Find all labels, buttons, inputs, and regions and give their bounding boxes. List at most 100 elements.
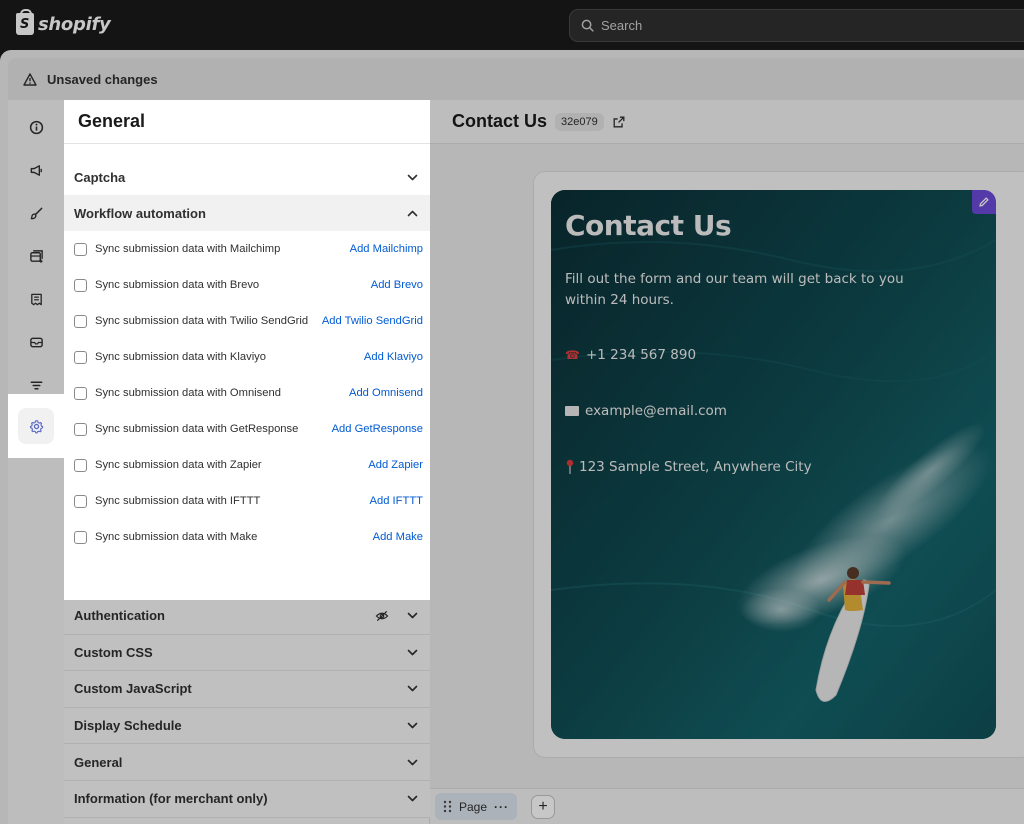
brush-icon [30, 207, 42, 219]
add-integration-link[interactable]: Add Brevo [371, 279, 423, 291]
sync-checkbox[interactable] [74, 314, 87, 328]
workflow-automation-section[interactable]: Workflow automation [64, 195, 430, 231]
section-label: Information (for merchant only) [74, 791, 268, 807]
sync-checkbox[interactable] [74, 242, 87, 256]
settings-section-custom-javascript[interactable]: Custom JavaScript [64, 671, 430, 708]
sync-label: Sync submission data with Make [95, 531, 258, 543]
settings-section-custom-css[interactable]: Custom CSS [64, 634, 430, 672]
preview-header: Contact Us 32e079 [430, 100, 1024, 144]
settings-section-display-schedule[interactable]: Display Schedule [64, 707, 430, 745]
more-options-icon[interactable]: ··· [494, 800, 509, 814]
rail-layout-button[interactable] [18, 238, 54, 274]
drag-handle-icon[interactable] [443, 800, 452, 813]
add-integration-link[interactable]: Add Make [373, 531, 423, 543]
section-label: General [74, 754, 123, 770]
sync-checkbox[interactable] [74, 386, 87, 400]
search-input[interactable]: Search [569, 9, 1024, 42]
page-tab[interactable]: Page ··· [435, 793, 518, 820]
hero-description: Fill out the form and our team will get … [565, 271, 904, 308]
address-text: 123 Sample Street, Anywhere City [579, 459, 812, 475]
chevron-down-icon [407, 649, 418, 656]
workflow-integration-row: Sync submission data with Make Add Make [64, 519, 430, 555]
warning-icon [23, 72, 37, 86]
sync-checkbox[interactable] [74, 530, 87, 544]
settings-section-general[interactable]: General [64, 744, 430, 781]
sync-checkbox[interactable] [74, 422, 87, 436]
sync-checkbox[interactable] [74, 350, 87, 364]
edit-block-button[interactable] [972, 190, 996, 214]
add-integration-link[interactable]: Add Twilio SendGrid [322, 315, 423, 327]
sync-label: Sync submission data with Twilio SendGri… [95, 315, 309, 327]
layout-icon [29, 249, 43, 263]
mail-icon [29, 337, 43, 347]
rail-thankyou-button[interactable] [18, 281, 54, 317]
pencil-icon [979, 197, 989, 207]
sync-label: Sync submission data with Klaviyo [95, 351, 266, 363]
brand-name: shopify [38, 13, 111, 35]
chevron-down-icon [407, 686, 418, 692]
rail-info-button[interactable] [18, 109, 54, 145]
shopping-bag-icon: S [16, 9, 34, 35]
search-icon [581, 19, 594, 32]
left-rail [8, 100, 64, 824]
workflow-integration-row: Sync submission data with Omnisend Add Om… [64, 375, 430, 411]
filter-icon [30, 380, 42, 390]
rail-settings-highlight [8, 394, 64, 458]
phone-text: +1 234 567 890 [585, 347, 697, 363]
captcha-section[interactable]: Captcha [64, 159, 430, 195]
page-tab-label: Page [459, 799, 488, 814]
workflow-integration-row: Sync submission data with Klaviyo Add Kla… [64, 339, 430, 375]
sync-checkbox[interactable] [74, 278, 87, 292]
info-icon [29, 120, 43, 134]
sync-checkbox[interactable] [74, 458, 87, 472]
search-placeholder: Search [601, 18, 643, 33]
megaphone-icon [30, 164, 42, 176]
form-title: Contact Us [452, 111, 548, 131]
add-integration-link[interactable]: Add GetResponse [332, 423, 423, 435]
section-label: Custom CSS [74, 644, 153, 660]
general-settings-panel: General Captcha Workflow automation Sync… [64, 100, 430, 600]
rail-announcement-button[interactable] [18, 152, 54, 188]
unsaved-changes-text: Unsaved changes [47, 71, 158, 87]
sync-checkbox[interactable] [74, 494, 87, 508]
workflow-integrations-list: Sync submission data with Mailchimp Add M… [64, 231, 430, 555]
add-integration-link[interactable]: Add Mailchimp [350, 243, 423, 255]
workflow-integration-row: Sync submission data with IFTTT Add IFTTT [64, 483, 430, 519]
rail-design-button[interactable] [18, 195, 54, 231]
hero-heading: Contact Us [565, 209, 732, 242]
add-page-button[interactable]: + [531, 795, 555, 819]
rail-email-button[interactable] [18, 324, 54, 360]
external-link-icon[interactable] [612, 115, 626, 129]
bottom-toolbar [430, 788, 1024, 824]
hero-phone: ☎ +1 234 567 890 [565, 347, 696, 363]
receipt-icon [30, 293, 42, 305]
sync-label: Sync submission data with Zapier [95, 459, 262, 471]
sync-label: Sync submission data with IFTTT [95, 495, 261, 507]
shopify-logo[interactable]: S shopify [16, 9, 111, 35]
sync-label: Sync submission data with Brevo [95, 279, 260, 291]
chevron-down-icon [407, 759, 418, 765]
eye-off-icon[interactable] [375, 610, 389, 622]
captcha-label: Captcha [74, 169, 126, 185]
settings-section-information-for-merchant-only[interactable]: Information (for merchant only) [64, 780, 430, 818]
settings-section-authentication[interactable]: Authentication [64, 598, 430, 635]
chevron-down-icon [407, 174, 418, 180]
chevron-up-icon [407, 210, 418, 216]
top-bar: S shopify Search [0, 0, 1024, 50]
gear-icon [29, 419, 43, 433]
section-label: Authentication [74, 608, 165, 624]
form-id-badge: 32e079 [555, 112, 604, 131]
rail-settings-button[interactable] [18, 408, 54, 444]
add-integration-link[interactable]: Add IFTTT [370, 495, 423, 507]
add-integration-link[interactable]: Add Zapier [368, 459, 423, 471]
add-integration-link[interactable]: Add Klaviyo [364, 351, 423, 363]
envelope-icon [565, 406, 579, 416]
chevron-down-icon [407, 612, 418, 619]
settings-sections-list: Authentication Custom CSS Custom JavaScrip… [64, 598, 430, 818]
chevron-down-icon [407, 795, 418, 802]
add-integration-link[interactable]: Add Omnisend [349, 387, 423, 399]
workflow-integration-row: Sync submission data with Mailchimp Add M… [64, 231, 430, 267]
hero-email: example@email.com [565, 403, 727, 419]
workflow-integration-row: Sync submission data with Brevo Add Brevo [64, 267, 430, 303]
workflow-integration-row: Sync submission data with GetResponse Add… [64, 411, 430, 447]
